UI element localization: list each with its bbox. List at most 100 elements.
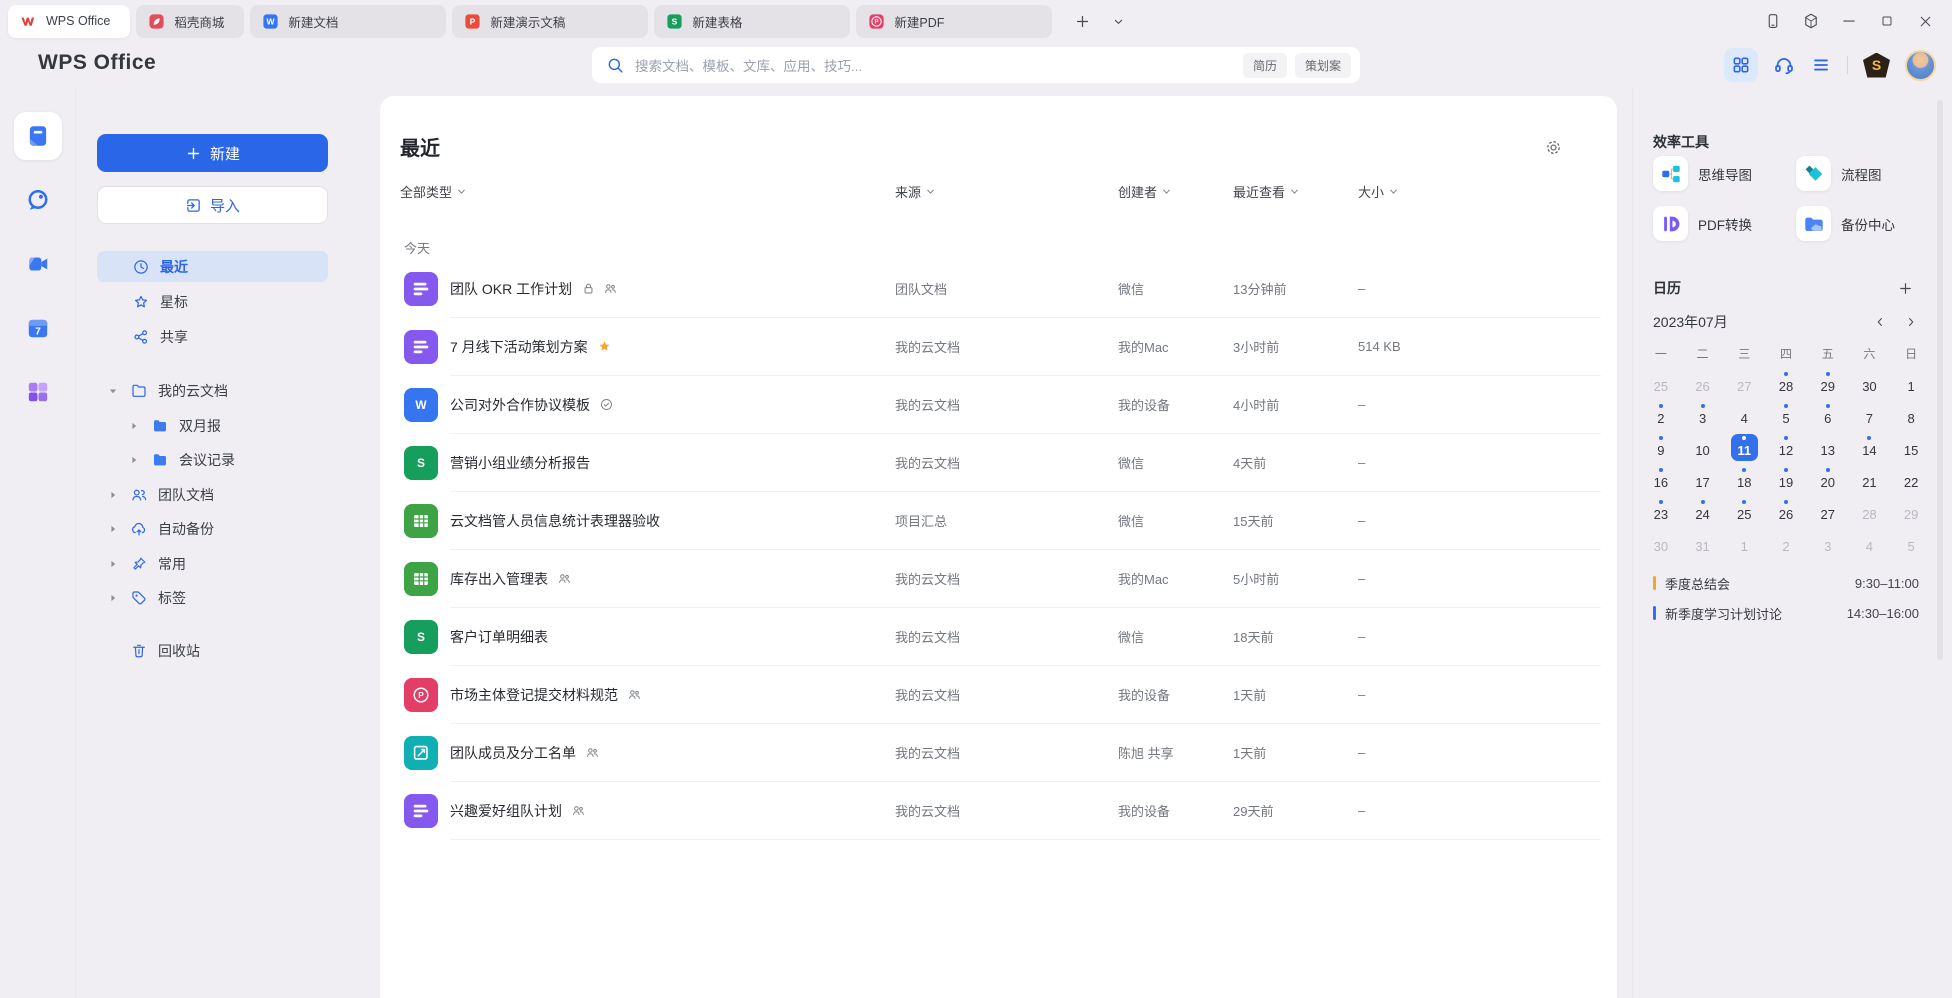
calendar-day[interactable]: 29 <box>1890 495 1932 527</box>
file-row[interactable]: 团队 OKR 工作计划 团队文档 微信 13分钟前 – <box>380 260 1611 318</box>
caret-right-icon[interactable] <box>129 455 139 465</box>
calendar-day[interactable]: 12 <box>1765 431 1807 463</box>
file-row[interactable]: 库存出入管理表 我的云文档 我的Mac 5小时前 – <box>380 550 1611 608</box>
calendar-day[interactable]: 26 <box>1765 495 1807 527</box>
calendar-day[interactable]: 28 <box>1765 367 1807 399</box>
apps-grid-button[interactable] <box>1724 48 1758 82</box>
calendar-day[interactable]: 28 <box>1849 495 1891 527</box>
calendar-day[interactable]: 24 <box>1682 495 1724 527</box>
file-row[interactable]: W 公司对外合作协议模板 我的云文档 我的设备 4小时前 – <box>380 376 1611 434</box>
workspace-box-icon[interactable] <box>1792 0 1830 42</box>
calendar-day[interactable]: 20 <box>1807 463 1849 495</box>
calendar-day[interactable]: 31 <box>1682 527 1724 559</box>
support-headset-icon[interactable] <box>1773 54 1795 76</box>
calendar-day[interactable]: 30 <box>1640 527 1682 559</box>
tab-新建表格[interactable]: S新建表格 <box>654 5 850 38</box>
sidebar-tree-团队文档[interactable]: 团队文档 <box>97 478 328 513</box>
tab-新建文档[interactable]: W新建文档 <box>250 5 446 38</box>
caret-right-icon[interactable] <box>129 421 139 431</box>
calendar-day[interactable]: 17 <box>1682 463 1724 495</box>
calendar-day[interactable]: 14 <box>1849 431 1891 463</box>
calendar-day[interactable]: 19 <box>1765 463 1807 495</box>
search-input[interactable]: 搜索文档、模板、文库、应用、技巧... 简历策划案 <box>592 47 1360 83</box>
scrollbar[interactable] <box>1937 100 1943 660</box>
sidebar-item-trash[interactable]: 回收站 <box>97 634 328 669</box>
tab-WPS Office[interactable]: WPS Office <box>8 5 130 38</box>
sidebar-tree-双月报[interactable]: 双月报 <box>97 409 328 444</box>
calendar-day[interactable]: 26 <box>1682 367 1724 399</box>
calendar-event[interactable]: 新季度学习计划讨论 14:30–16:00 <box>1653 598 1919 628</box>
sidebar-item-最近[interactable]: 最近 <box>97 251 328 282</box>
calendar-day[interactable]: 2 <box>1640 399 1682 431</box>
calendar-prev-button[interactable] <box>1873 315 1887 329</box>
calendar-day[interactable]: 29 <box>1807 367 1849 399</box>
calendar-day[interactable]: 27 <box>1807 495 1849 527</box>
rail-item-apps[interactable] <box>14 368 62 416</box>
tab-list-chevron-icon[interactable] <box>1111 14 1126 29</box>
filter-大小[interactable]: 大小 <box>1358 182 1399 201</box>
calendar-day[interactable]: 22 <box>1890 463 1932 495</box>
calendar-day[interactable]: 13 <box>1807 431 1849 463</box>
caret-right-icon[interactable] <box>108 490 118 500</box>
calendar-day[interactable]: 1 <box>1723 527 1765 559</box>
tool-思维导图[interactable]: 思维导图 <box>1653 156 1796 191</box>
rail-item-documents[interactable] <box>14 112 62 160</box>
search-tag[interactable]: 简历 <box>1243 53 1287 78</box>
import-button[interactable]: 导入 <box>97 186 328 224</box>
calendar-day[interactable]: 5 <box>1765 399 1807 431</box>
caret-right-icon[interactable] <box>108 524 118 534</box>
file-row[interactable]: 兴趣爱好组队计划 我的云文档 我的设备 29天前 – <box>380 782 1611 840</box>
filter-创建者[interactable]: 创建者 <box>1118 182 1172 201</box>
tab-新建PDF[interactable]: P新建PDF <box>856 5 1052 38</box>
filter-来源[interactable]: 来源 <box>895 182 936 201</box>
maximize-button[interactable] <box>1868 0 1906 42</box>
calendar-next-button[interactable] <box>1904 315 1918 329</box>
calendar-day[interactable]: 1 <box>1890 367 1932 399</box>
rail-item-calendar[interactable]: 7 <box>14 304 62 352</box>
sidebar-tree-会议记录[interactable]: 会议记录 <box>97 443 328 478</box>
caret-down-icon[interactable] <box>108 386 118 396</box>
tab-稻壳商城[interactable]: 稻壳商城 <box>136 5 244 38</box>
calendar-day[interactable]: 21 <box>1849 463 1891 495</box>
tab-新建演示文稿[interactable]: P新建演示文稿 <box>452 5 648 38</box>
calendar-day[interactable]: 6 <box>1807 399 1849 431</box>
new-tab-button[interactable] <box>1074 13 1091 30</box>
calendar-day[interactable]: 15 <box>1890 431 1932 463</box>
calendar-add-button[interactable] <box>1897 280 1914 297</box>
tool-备份中心[interactable]: 备份中心 <box>1796 206 1939 241</box>
calendar-day[interactable]: 16 <box>1640 463 1682 495</box>
rail-item-meeting[interactable] <box>14 240 62 288</box>
file-row[interactable]: 7 月线下活动策划方案 我的云文档 我的Mac 3小时前 514 KB <box>380 318 1611 376</box>
calendar-day[interactable]: 25 <box>1723 495 1765 527</box>
sidebar-tree-常用[interactable]: 常用 <box>97 547 328 582</box>
calendar-day[interactable]: 3 <box>1682 399 1724 431</box>
sidebar-tree-标签[interactable]: 标签 <box>97 581 328 616</box>
calendar-day[interactable]: 7 <box>1849 399 1891 431</box>
settings-gear-icon[interactable] <box>1544 138 1563 157</box>
sidebar-tree-自动备份[interactable]: 自动备份 <box>97 512 328 547</box>
calendar-day[interactable]: 30 <box>1849 367 1891 399</box>
calendar-day[interactable]: 10 <box>1682 431 1724 463</box>
filter-全部类型[interactable]: 全部类型 <box>400 182 467 201</box>
sidebar-tree-我的云文档[interactable]: 我的云文档 <box>97 374 328 409</box>
calendar-day[interactable]: 18 <box>1723 463 1765 495</box>
calendar-day[interactable]: 4 <box>1723 399 1765 431</box>
calendar-day[interactable]: 9 <box>1640 431 1682 463</box>
caret-right-icon[interactable] <box>108 593 118 603</box>
calendar-day[interactable]: 5 <box>1890 527 1932 559</box>
calendar-day[interactable]: 2 <box>1765 527 1807 559</box>
calendar-day[interactable]: 3 <box>1807 527 1849 559</box>
new-button[interactable]: 新建 <box>97 134 328 172</box>
search-tag[interactable]: 策划案 <box>1295 53 1351 78</box>
tool-PDF转换[interactable]: PDF转换 <box>1653 206 1796 241</box>
calendar-day[interactable]: 8 <box>1890 399 1932 431</box>
calendar-day[interactable]: 25 <box>1640 367 1682 399</box>
caret-right-icon[interactable] <box>108 559 118 569</box>
sidebar-item-星标[interactable]: 星标 <box>97 286 328 317</box>
calendar-day[interactable]: 27 <box>1723 367 1765 399</box>
calendar-event[interactable]: 季度总结会 9:30–11:00 <box>1653 568 1919 598</box>
minimize-button[interactable] <box>1830 0 1868 42</box>
calendar-day[interactable]: 4 <box>1849 527 1891 559</box>
file-row[interactable]: S 客户订单明细表 我的云文档 微信 18天前 – <box>380 608 1611 666</box>
close-button[interactable] <box>1906 0 1944 42</box>
